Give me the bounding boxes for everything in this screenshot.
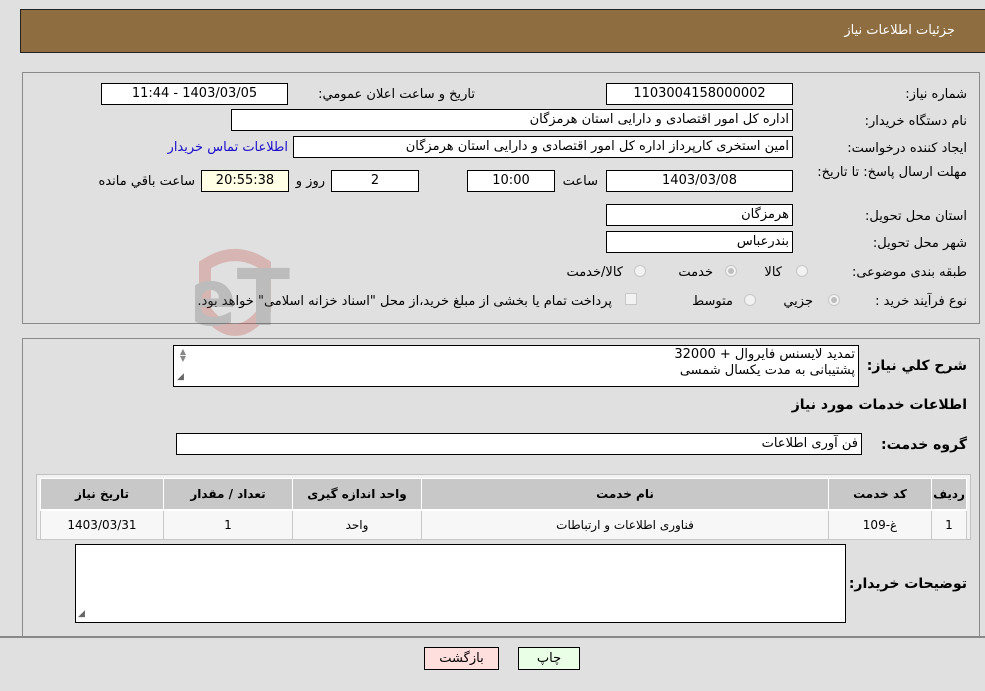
service-group-field[interactable]: فن آوری اطلاعات bbox=[176, 433, 862, 455]
description-line: تمدید لایسنس فایروال + 32000 bbox=[674, 347, 855, 362]
cell-need-date: 1403/03/31 bbox=[40, 509, 164, 540]
province-field[interactable]: هرمزگان bbox=[606, 204, 793, 226]
services-section-title: اطلاعات خدمات مورد نیاز bbox=[791, 397, 967, 413]
category-radio-service[interactable] bbox=[725, 265, 737, 277]
col-service-name: نام خدمت bbox=[421, 478, 829, 511]
announce-datetime-field[interactable]: 1403/03/05 - 11:44 bbox=[101, 83, 288, 105]
time-remaining-label: ساعت باقي مانده bbox=[98, 174, 195, 189]
treasury-checkbox[interactable] bbox=[625, 293, 637, 305]
deadline-label: مهلت ارسال پاسخ: تا تاریخ: bbox=[817, 165, 967, 180]
cell-service-name: فناوری اطلاعات و ارتباطات bbox=[421, 509, 829, 540]
days-remaining-field[interactable]: 2 bbox=[331, 170, 419, 192]
cell-unit: واحد bbox=[292, 509, 422, 540]
need-number-field[interactable]: 1103004158000002 bbox=[606, 83, 793, 105]
category-radio-goods[interactable] bbox=[796, 265, 808, 277]
process-radio-medium[interactable] bbox=[744, 294, 756, 306]
process-option-medium: متوسط bbox=[692, 294, 733, 309]
scroll-arrows-icon[interactable]: ▲ ▼ bbox=[176, 348, 190, 363]
announce-datetime-label: تاریخ و ساعت اعلان عمومي: bbox=[318, 87, 475, 102]
col-service-code: کد خدمت bbox=[828, 478, 932, 511]
need-number-label: شماره نیاز: bbox=[905, 87, 967, 102]
requester-label: ایجاد کننده درخواست: bbox=[847, 141, 967, 156]
cell-row-number: 1 bbox=[931, 509, 967, 540]
col-row-number: ردیف bbox=[931, 478, 967, 511]
description-label: شرح کلي نياز: bbox=[866, 358, 967, 374]
deadline-date-field[interactable]: 1403/03/08 bbox=[606, 170, 793, 192]
cell-service-code: غ-109 bbox=[828, 509, 932, 540]
province-label: استان محل تحویل: bbox=[865, 209, 967, 224]
back-button[interactable]: بازگشت bbox=[424, 647, 499, 670]
category-option-goods-service: کالا/خدمت bbox=[566, 265, 623, 280]
table-header-row: ردیف کد خدمت نام خدمت واحد اندازه گیری ت… bbox=[40, 478, 967, 511]
city-field[interactable]: بندرعباس bbox=[606, 231, 793, 253]
table-row: 1 غ-109 فناوری اطلاعات و ارتباطات واحد 1… bbox=[40, 509, 967, 540]
treasury-note: پرداخت تمام یا بخشی از مبلغ خرید،از محل … bbox=[197, 294, 612, 309]
resize-grip-icon[interactable]: ◢ bbox=[177, 369, 184, 385]
requester-field[interactable]: امین استخری کارپرداز اداره کل امور اقتصا… bbox=[293, 136, 793, 158]
buyer-notes-label: توضیحات خریدار: bbox=[848, 576, 967, 592]
process-option-minor: جزيي bbox=[783, 294, 813, 309]
category-option-goods: کالا bbox=[764, 265, 782, 280]
buyer-org-field[interactable]: اداره کل امور اقتصادی و دارایی استان هرم… bbox=[231, 109, 793, 131]
days-label: روز و bbox=[295, 174, 325, 189]
category-radio-goods-service[interactable] bbox=[634, 265, 646, 277]
resize-grip-icon[interactable]: ◢ bbox=[78, 609, 85, 690]
city-label: شهر محل تحویل: bbox=[872, 236, 967, 251]
process-radio-minor[interactable] bbox=[828, 294, 840, 306]
footer-divider bbox=[0, 636, 985, 638]
buyer-contact-link[interactable]: اطلاعات تماس خریدار bbox=[168, 140, 288, 155]
services-table: ردیف کد خدمت نام خدمت واحد اندازه گیری ت… bbox=[40, 478, 967, 540]
print-button[interactable]: چاپ bbox=[518, 647, 580, 670]
deadline-time-label: ساعت bbox=[562, 174, 598, 189]
page-header: جزئیات اطلاعات نیاز bbox=[20, 9, 985, 53]
col-need-date: تاریخ نیاز bbox=[40, 478, 164, 511]
buyer-org-label: نام دستگاه خریدار: bbox=[864, 114, 967, 129]
category-option-service: خدمت bbox=[678, 265, 713, 280]
description-textarea[interactable]: تمدید لایسنس فایروال + 32000 پشتیبانی به… bbox=[173, 345, 859, 387]
page-title: جزئیات اطلاعات نیاز bbox=[844, 23, 955, 38]
cell-quantity: 1 bbox=[163, 509, 293, 540]
service-group-label: گروه خدمت: bbox=[881, 437, 967, 453]
buyer-notes-textarea[interactable] bbox=[75, 544, 846, 623]
process-label: نوع فرآیند خرید : bbox=[875, 294, 967, 309]
col-quantity: تعداد / مقدار bbox=[163, 478, 293, 511]
category-label: طبقه بندی موضوعی: bbox=[851, 265, 967, 280]
deadline-time-field[interactable]: 10:00 bbox=[467, 170, 555, 192]
col-unit: واحد اندازه گیری bbox=[292, 478, 422, 511]
description-line: پشتیبانی به مدت یکسال شمسی bbox=[679, 363, 855, 378]
time-remaining-field: 20:55:38 bbox=[201, 170, 289, 192]
